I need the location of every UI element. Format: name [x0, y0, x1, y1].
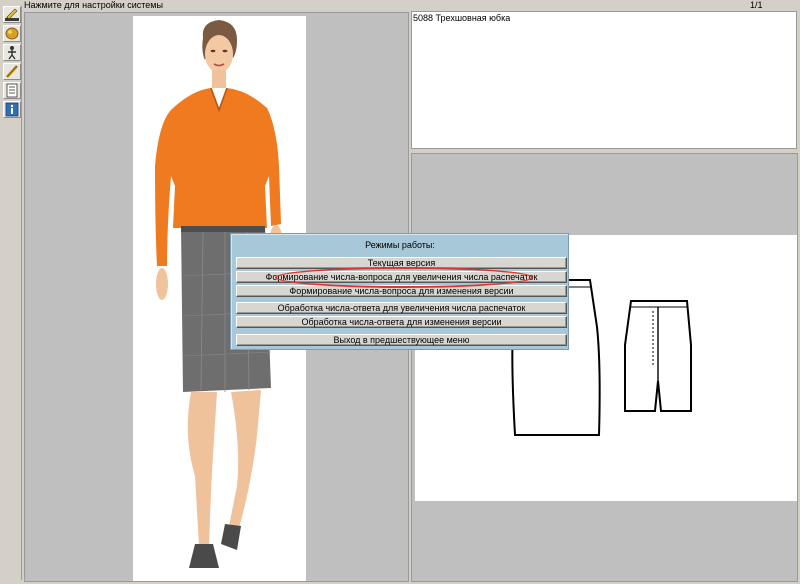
info-icon — [5, 102, 19, 117]
model-description: 5088 Трехшовная юбка — [413, 13, 511, 23]
process-version-change-button[interactable]: Обработка числа-ответа для изменения вер… — [236, 316, 567, 328]
figure-button[interactable] — [3, 44, 21, 61]
toolbar-divider — [21, 6, 22, 580]
fabric-roll-icon — [5, 27, 19, 40]
flat-sketch-panel — [411, 153, 798, 582]
work-modes-dialog: Режимы работы: Текущая версия Формирован… — [230, 233, 569, 350]
document-list-icon — [6, 83, 18, 98]
skirt-back-drawing — [624, 300, 692, 412]
document-list-button[interactable] — [3, 82, 21, 99]
title-bar: Нажмите для настройки системы 1/1 — [0, 0, 800, 10]
current-version-button[interactable]: Текущая версия — [236, 257, 567, 269]
figure-icon — [8, 46, 16, 60]
request-more-prints-button[interactable]: Формирование числа-вопроса для увеличени… — [236, 271, 567, 283]
info-button[interactable] — [3, 101, 21, 118]
dialog-title: Режимы работы: — [365, 240, 435, 250]
ruler-pencil-icon — [5, 64, 19, 79]
ruler-pencil-button[interactable] — [3, 63, 21, 80]
toolbar — [2, 6, 22, 580]
exit-to-previous-menu-button[interactable]: Выход в предшествующее меню — [236, 334, 567, 346]
app-window: Нажмите для настройки системы 1/1 5088 Т… — [0, 0, 800, 584]
page-indicator: 1/1 — [750, 0, 763, 10]
process-more-prints-button[interactable]: Обработка числа-ответа для увеличения чи… — [236, 302, 567, 314]
request-version-change-button[interactable]: Формирование числа-вопроса для изменения… — [236, 285, 567, 297]
model-description-panel: 5088 Трехшовная юбка — [411, 11, 797, 149]
fabric-button[interactable] — [3, 25, 21, 42]
dialog-frame: Режимы работы: Текущая версия Формирован… — [231, 234, 568, 349]
pencil-edit-icon — [5, 8, 19, 21]
pencil-edit-button[interactable] — [3, 6, 21, 23]
settings-hint[interactable]: Нажмите для настройки системы — [24, 0, 163, 10]
